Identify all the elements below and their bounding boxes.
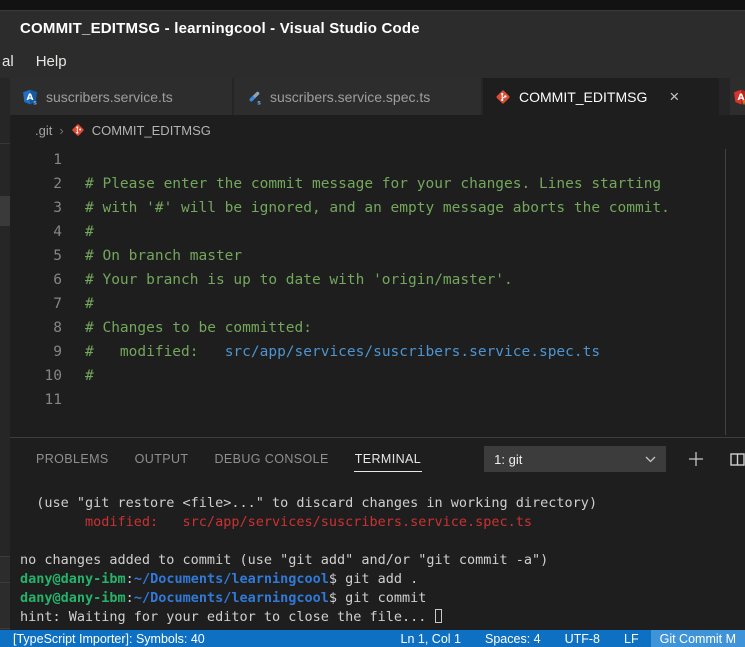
line-number: 10	[10, 364, 62, 388]
tab-strip-spacer	[721, 78, 728, 115]
line-number: 11	[10, 388, 62, 412]
angular-red-icon: A TS	[733, 89, 745, 105]
line-number: 1	[10, 148, 62, 172]
code-line: 4#	[10, 220, 745, 244]
screen-top-strip	[0, 0, 745, 10]
language-mode-indicator[interactable]: Git Commit M	[651, 630, 745, 647]
terminal-cursor	[435, 609, 442, 623]
line-number: 9	[10, 340, 62, 364]
line-number: 7	[10, 292, 62, 316]
split-terminal-button[interactable]	[730, 453, 745, 466]
breadcrumb: .git › COMMIT_EDITMSG	[10, 115, 745, 145]
panel-tab-debug-console[interactable]: DEBUG CONSOLE	[213, 447, 329, 471]
terminal[interactable]: (use "git restore <file>..." to discard …	[10, 480, 745, 630]
code-line: 10 #	[10, 364, 745, 388]
workbench: A s suscribers.service.ts s suscribers.s…	[10, 78, 745, 630]
code-line: 8 # Changes to be committed:	[10, 316, 745, 340]
tab-suscribers-service-spec-ts[interactable]: s suscribers.service.spec.ts	[234, 78, 481, 115]
menu-bar: al Help	[0, 45, 745, 78]
menu-item-help[interactable]: Help	[36, 53, 67, 70]
tab-label: suscribers.service.spec.ts	[270, 89, 430, 105]
terminal-lines: (use "git restore <file>..." to discard …	[20, 494, 745, 627]
typescript-importer-status[interactable]: [TypeScript Importer]: Symbols: 40	[0, 632, 205, 646]
panel-tab-output[interactable]: OUTPUT	[134, 447, 190, 471]
terminal-line: hint: Waiting for your editor to close t…	[20, 608, 745, 627]
panel-tab-terminal[interactable]: TERMINAL	[354, 447, 422, 472]
code-text: #	[85, 292, 94, 316]
panel-header: PROBLEMS OUTPUT DEBUG CONSOLE TERMINAL 1…	[10, 438, 745, 480]
code-text: # with '#' will be ignored, and an empty…	[85, 196, 670, 220]
editor[interactable]: 12 # Please enter the commit message for …	[10, 145, 745, 437]
svg-text:s: s	[33, 99, 37, 105]
indentation-indicator[interactable]: Spaces: 4	[485, 632, 541, 646]
line-number: 6	[10, 268, 62, 292]
tab-suscribers-service-ts[interactable]: A s suscribers.service.ts	[10, 78, 232, 115]
status-bar: [TypeScript Importer]: Symbols: 40 Ln 1,…	[0, 630, 745, 647]
cursor-position-indicator[interactable]: Ln 1, Col 1	[401, 632, 461, 646]
code-text: # On branch master	[85, 244, 242, 268]
terminal-line: (use "git restore <file>..." to discard …	[20, 494, 745, 513]
svg-text:s: s	[257, 99, 261, 105]
breadcrumb-folder[interactable]: .git	[35, 123, 52, 138]
code-line: 2 # Please enter the commit message for y…	[10, 172, 745, 196]
line-number: 4	[10, 220, 62, 244]
eol-indicator[interactable]: LF	[624, 632, 639, 646]
line-number: 2	[10, 172, 62, 196]
tab-partial[interactable]: A TS	[730, 78, 745, 115]
plus-icon	[688, 451, 704, 467]
editor-lines: 12 # Please enter the commit message for …	[10, 148, 745, 412]
terminal-line: modified: src/app/services/suscribers.se…	[20, 513, 745, 532]
line-number: 3	[10, 196, 62, 220]
git-icon	[71, 123, 85, 137]
code-line: 5 # On branch master	[10, 244, 745, 268]
terminal-line: no changes added to commit (use "git add…	[20, 551, 745, 570]
window-title-bar: COMMIT_EDITMSG - learningcool - Visual S…	[0, 10, 745, 45]
tab-label: suscribers.service.ts	[46, 89, 173, 105]
code-line: 7#	[10, 292, 745, 316]
sidebar-edge	[0, 78, 10, 630]
new-terminal-button[interactable]	[688, 451, 704, 467]
terminal-picker-value: 1: git	[494, 452, 522, 467]
spec-ts-icon: s	[246, 89, 262, 105]
code-text: # Changes to be committed:	[85, 316, 312, 340]
terminal-picker-dropdown[interactable]: 1: git	[484, 446, 666, 472]
status-right-group: Ln 1, Col 1 Spaces: 4 UTF-8 LF Git Commi…	[401, 630, 745, 647]
code-line: 9 # modified: src/app/services/suscribers…	[10, 340, 745, 364]
code-text: # Your branch is up to date with 'origin…	[85, 268, 513, 292]
breadcrumb-file[interactable]: COMMIT_EDITMSG	[92, 123, 211, 138]
chevron-right-icon: ›	[59, 123, 63, 138]
editor-right-divider	[725, 149, 726, 435]
git-icon	[495, 89, 511, 105]
close-icon[interactable]: ×	[669, 88, 679, 105]
chevron-down-icon	[645, 456, 656, 463]
window-title: COMMIT_EDITMSG - learningcool - Visual S…	[20, 20, 420, 37]
code-line: 11	[10, 388, 745, 412]
code-line: 6 # Your branch is up to date with 'origi…	[10, 268, 745, 292]
terminal-line	[20, 532, 745, 551]
line-number: 5	[10, 244, 62, 268]
code-line: 3 # with '#' will be ignored, and an empt…	[10, 196, 745, 220]
panel-tab-problems[interactable]: PROBLEMS	[35, 447, 110, 471]
split-pane-icon	[730, 453, 745, 466]
code-text: #	[85, 364, 94, 388]
code-line: 1	[10, 148, 745, 172]
menu-item-truncated[interactable]: al	[2, 53, 14, 70]
tab-label: COMMIT_EDITMSG	[519, 89, 647, 105]
code-text: # modified: src/app/services/suscribers.…	[85, 340, 600, 364]
terminal-line: dany@dany-ibm:~/Documents/learningcool$ …	[20, 589, 745, 608]
angular-ts-icon: A s	[22, 89, 38, 105]
editor-tab-strip: A s suscribers.service.ts s suscribers.s…	[10, 78, 745, 115]
terminal-line: dany@dany-ibm:~/Documents/learningcool$ …	[20, 570, 745, 589]
code-text: # Please enter the commit message for yo…	[85, 172, 661, 196]
code-text: #	[85, 220, 94, 244]
encoding-indicator[interactable]: UTF-8	[565, 632, 600, 646]
tab-commit-editmsg[interactable]: COMMIT_EDITMSG ×	[483, 78, 719, 115]
line-number: 8	[10, 316, 62, 340]
